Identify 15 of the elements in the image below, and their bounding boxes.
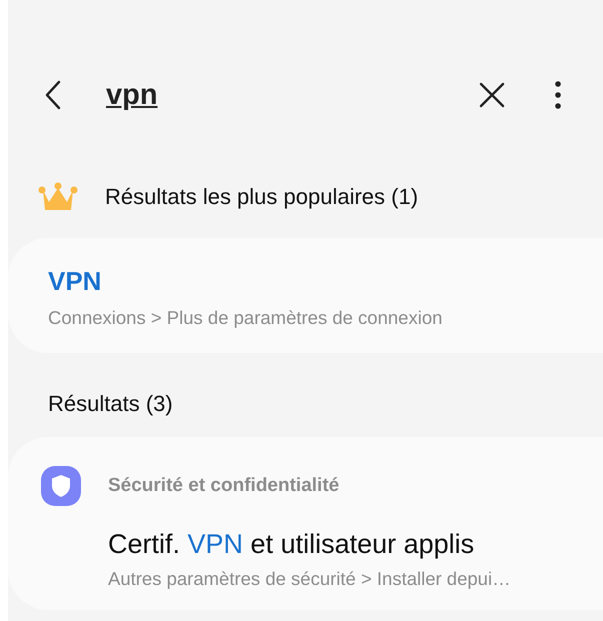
search-field[interactable]: vpn [106, 78, 475, 112]
section-heading: Résultats (3) [47, 391, 174, 417]
section-heading: Résultats les plus populaires (1) [105, 184, 418, 210]
crown-icon [38, 182, 78, 212]
shield-icon [40, 465, 82, 507]
close-icon [479, 82, 505, 108]
back-icon [44, 80, 62, 110]
category-label: Sécurité et confidentialité [108, 475, 340, 497]
result-title: VPN [48, 266, 102, 297]
result-item[interactable]: Certif. VPN et utilisateur applis Autres paramètres de sécurité > Installer depui… [40, 529, 603, 590]
result-title: Certif. VPN et utilisateur applis [108, 529, 474, 560]
more-icon [555, 81, 561, 109]
result-path: Autres paramètres de sécurité > Installer depui… [108, 568, 512, 590]
result-card[interactable]: VPN Connexions > Plus de paramètres de connexion [8, 238, 603, 353]
result-path: Connexions > Plus de paramètres de connexion [48, 307, 444, 329]
